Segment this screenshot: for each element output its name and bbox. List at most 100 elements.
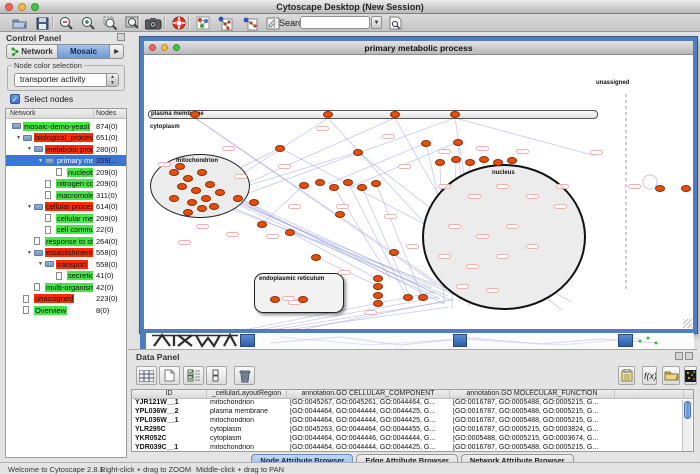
table-row[interactable]: YJR121W__1mitochondrion[GO:0045267, GO:0… <box>132 399 693 408</box>
unselect-attributes-button[interactable] <box>206 366 227 385</box>
tab-overflow-button[interactable]: ▶ <box>110 44 124 59</box>
graph-node[interactable] <box>177 183 187 190</box>
select-nodes-checkbox[interactable]: ✓ <box>10 94 20 104</box>
graph-node[interactable] <box>205 181 215 188</box>
attribute-editor-button[interactable] <box>618 366 635 385</box>
graph-node[interactable] <box>233 195 243 202</box>
graph-node[interactable] <box>191 187 201 194</box>
table-row[interactable]: YKR052Ccytoplasm[GO:0044464, GO:0044446,… <box>132 435 693 444</box>
help-button[interactable] <box>168 15 190 31</box>
expand-arrow-icon[interactable]: ▼ <box>16 135 21 141</box>
graph-node[interactable] <box>299 182 309 189</box>
tree-row[interactable]: multi-organism pro42(0) <box>6 281 126 293</box>
column-header[interactable]: ID <box>132 390 207 398</box>
expand-arrow-icon[interactable]: ▼ <box>27 250 32 256</box>
graph-node[interactable] <box>311 254 321 261</box>
graph-node[interactable] <box>373 300 383 307</box>
save-session-button[interactable] <box>31 15 53 31</box>
graph-node[interactable] <box>373 275 383 282</box>
tree-row[interactable]: response to stimulu264(0) <box>6 235 126 247</box>
graph-node[interactable] <box>421 140 431 147</box>
data-panel-close-icon[interactable] <box>685 352 693 360</box>
zoom-selected-button[interactable] <box>99 15 121 31</box>
graph-node[interactable] <box>323 111 333 118</box>
graph-node[interactable] <box>681 185 691 192</box>
tab-network[interactable]: Network <box>6 44 58 59</box>
table-row[interactable]: YPL036W__2plasma membrane[GO:0044464, GO… <box>132 408 693 417</box>
zoom-fit-button[interactable] <box>121 15 143 31</box>
graph-node[interactable] <box>371 180 381 187</box>
zoom-in-button[interactable] <box>77 15 99 31</box>
tree-row[interactable]: cellular metabol209(0) <box>6 212 126 224</box>
select-first-neighbors-button[interactable] <box>214 15 236 31</box>
graph-node[interactable] <box>197 205 207 212</box>
resize-grip[interactable] <box>683 319 692 328</box>
graph-node[interactable] <box>270 296 280 303</box>
zoom-out-button[interactable] <box>55 15 77 31</box>
snapshot-button[interactable] <box>142 15 164 31</box>
attribute-matrix-button[interactable] <box>684 366 697 385</box>
column-header[interactable] <box>615 390 684 398</box>
graph-node[interactable] <box>465 159 475 166</box>
graph-node[interactable] <box>257 221 267 228</box>
data-panel-float-icon[interactable] <box>675 352 683 360</box>
graph-node[interactable] <box>507 157 517 164</box>
graph-node[interactable] <box>493 159 503 166</box>
graph-node[interactable] <box>357 184 367 191</box>
tree-row[interactable]: nucleobase-209(0) <box>6 166 126 178</box>
tree-row[interactable]: secretion41(0) <box>6 270 126 282</box>
tree-row[interactable]: ▼metabolic process280(0) <box>6 143 126 155</box>
tree-row[interactable]: mosaic-demo-yeast874(0) <box>6 120 126 132</box>
graph-node[interactable] <box>175 163 185 170</box>
table-row[interactable]: YDR039C__1mitochondrion[GO:0044464, GO:0… <box>132 444 693 453</box>
tree-row[interactable]: cell communicat22(0) <box>6 224 126 236</box>
graph-node[interactable] <box>403 294 413 301</box>
graph-node[interactable] <box>190 111 200 118</box>
tree-row[interactable]: ▼cellular process614(0) <box>6 201 126 213</box>
search-input[interactable] <box>300 16 370 29</box>
graph-node[interactable] <box>450 111 460 118</box>
delete-attribute-button[interactable] <box>234 366 255 385</box>
graph-node[interactable] <box>298 296 308 303</box>
network-view-titlebar[interactable]: primary metabolic process <box>144 41 693 55</box>
graph-node[interactable] <box>183 175 193 182</box>
background-window-sliver[interactable] <box>140 333 694 349</box>
tree-row[interactable]: Overview8(0) <box>6 304 126 316</box>
graph-node[interactable] <box>655 185 665 192</box>
graph-node[interactable] <box>215 189 225 196</box>
graph-node[interactable] <box>249 199 259 206</box>
tree-row[interactable]: ▼primary metabo209(... <box>6 155 126 167</box>
table-row[interactable]: YLR295Ccytoplasm[GO:0045263, GO:0044464,… <box>132 426 693 435</box>
column-header[interactable]: _cellularLayoutRegion <box>207 390 287 398</box>
graph-node[interactable] <box>390 111 400 118</box>
graph-node[interactable] <box>329 184 339 191</box>
graph-node[interactable] <box>187 199 197 206</box>
graph-node[interactable] <box>335 211 345 218</box>
graph-node[interactable] <box>453 139 463 146</box>
graph-node[interactable] <box>418 294 428 301</box>
graph-node[interactable] <box>285 229 295 236</box>
graph-node[interactable] <box>435 159 445 166</box>
graph-node[interactable] <box>183 209 193 216</box>
expand-arrow-icon[interactable]: ▼ <box>27 204 32 210</box>
tree-row[interactable]: nitrogen compo209(0) <box>6 178 126 190</box>
graph-node[interactable] <box>197 169 207 176</box>
graph-node[interactable] <box>479 156 489 163</box>
column-header[interactable]: annotation.GO CELLULAR_COMPONENT <box>287 390 450 398</box>
tree-row[interactable]: ▼establishment of lo558(0) <box>6 247 126 259</box>
graph-node[interactable] <box>373 292 383 299</box>
column-header[interactable]: annotation.GO MOLECULAR_FUNCTION <box>450 390 615 398</box>
graph-node[interactable] <box>169 169 179 176</box>
table-scrollbar-thumb[interactable] <box>684 401 691 419</box>
tree-row[interactable]: ▼biological_process651(0) <box>6 132 126 144</box>
graph-node[interactable] <box>275 145 285 152</box>
tree-row[interactable]: ▼transport558(0) <box>6 258 126 270</box>
import-attributes-button[interactable] <box>662 366 680 385</box>
advanced-search-button[interactable] <box>384 15 406 31</box>
copy-network-button[interactable] <box>239 15 261 31</box>
float-panel-icon[interactable] <box>117 33 125 41</box>
graph-node[interactable] <box>389 249 399 256</box>
table-scrollbar[interactable] <box>682 400 692 451</box>
graph-node[interactable] <box>201 195 211 202</box>
tab-mosaic[interactable]: Mosaic <box>58 44 110 59</box>
